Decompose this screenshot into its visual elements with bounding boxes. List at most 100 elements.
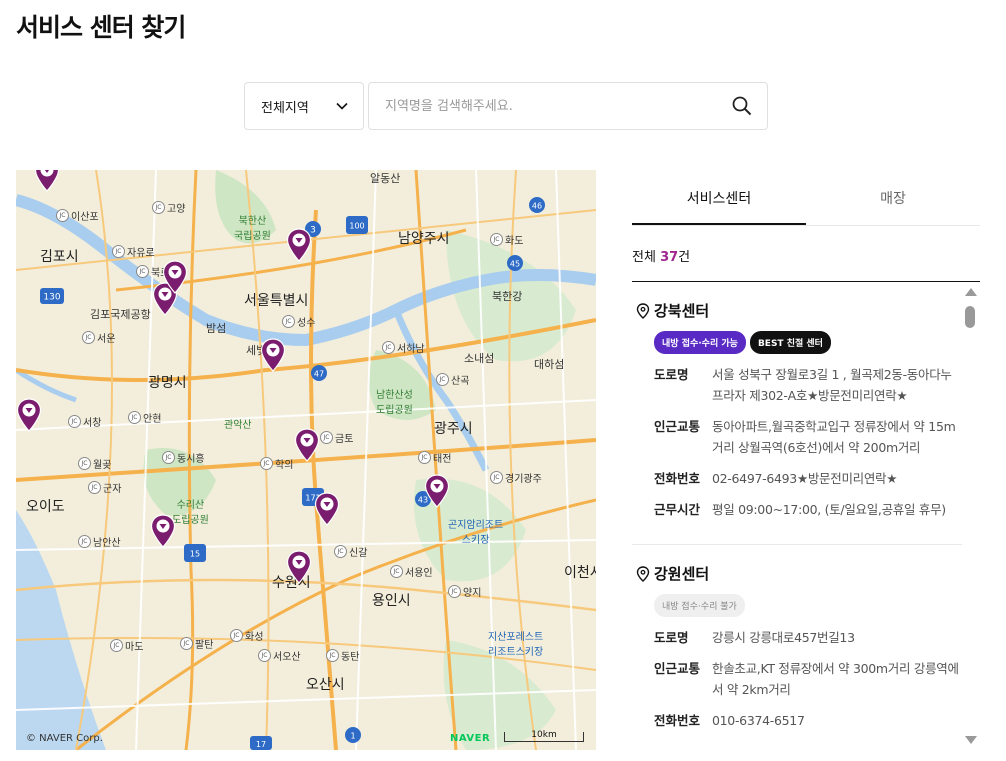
list-scrollbar[interactable] [962, 286, 978, 750]
map-pin-icon[interactable] [286, 550, 312, 584]
scroll-down-arrow-icon[interactable] [965, 736, 977, 744]
search-box [368, 82, 768, 130]
park-label: 관악산 [224, 420, 252, 431]
info-row-phone: 전화번호 02-6497-6493★방문전미리연락★ [654, 471, 898, 486]
center-name-text: 강북센터 [654, 302, 710, 320]
info-row-phone: 전화번호 010-6374-6517 [654, 713, 805, 728]
status-badge: 내방 접수·수리 가능 [654, 331, 746, 354]
place-label: 대하섬 [534, 358, 565, 371]
list-item[interactable]: 강원센터 내방 접수·수리 불가 도로명 강릉시 강릉대로457번길13 인근교통… [632, 545, 962, 750]
park-label: 수리산 도립공원 [172, 500, 209, 526]
scroll-up-arrow-icon[interactable] [965, 288, 977, 296]
info-row-transport: 인근교통 한솔초교,KT 정류장에서 약 300m거리 강릉역에서 약 2km거리 [654, 661, 959, 697]
center-name[interactable]: 강원센터 [636, 563, 962, 584]
junction-label: JC 서운 [82, 330, 115, 345]
region-select-label: 전체지역 [261, 100, 309, 116]
park-label: 남한산성 도립공원 [376, 390, 413, 416]
map-pin-icon[interactable] [286, 228, 312, 262]
route-shield: 45 [507, 255, 523, 271]
page-title: 서비스 센터 찾기 [16, 13, 186, 42]
scroll-thumb[interactable] [965, 306, 975, 328]
ski-label: 지산포레스트 리조트스키장 [488, 632, 544, 658]
badge-group: 내방 접수·수리 가능 BEST 친절 센터 [654, 331, 962, 354]
junction-label: JC 학의 [260, 456, 293, 471]
junction-label: JC 화도 [490, 232, 523, 247]
city-label: 남양주시 [398, 231, 450, 247]
svg-text:1: 1 [350, 732, 355, 741]
place-label: 알동산 [370, 172, 401, 185]
junction-label: JC 신갈 [334, 544, 367, 559]
junction-label: JC 경기광주 [490, 470, 542, 485]
info-row-address: 도로명 강릉시 강릉대로457번길13 [654, 630, 855, 645]
info-row-transport: 인근교통 동아아파트,월곡중학교입구 정류장에서 약 15m거리 상월곡역(6호선… [654, 419, 956, 455]
route-shield: 17 [250, 736, 272, 750]
info-row-address: 도로명 서울 성북구 장월로3길 1 , 월곡제2동-동아다누 프라자 제302-… [654, 367, 952, 403]
map-copyright: © NAVER Corp. [26, 733, 103, 744]
city-label: 오산시 [306, 677, 345, 693]
junction-label: JC 서하남 [382, 340, 425, 355]
map-pin-icon[interactable] [34, 170, 60, 192]
park-label: 북한산 국립공원 [234, 216, 271, 242]
location-pin-icon [636, 302, 650, 319]
junction-label: JC 마도 [110, 638, 143, 653]
map-pin-icon[interactable] [294, 428, 320, 462]
junction-label: JC 팔탄 [180, 636, 213, 651]
naver-logo: NAVER [450, 733, 491, 744]
status-badge: 내방 접수·수리 불가 [654, 594, 745, 617]
list-item[interactable]: 강북센터 내방 접수·수리 가능 BEST 친절 센터 도로명 서울 성북구 장월… [632, 282, 962, 545]
city-label: 용인시 [372, 593, 411, 609]
place-label: 밤섬 [206, 322, 227, 335]
junction-label: JC 동탄 [326, 648, 359, 663]
route-shield: 46 [529, 197, 545, 213]
svg-text:130: 130 [43, 293, 60, 303]
junction-label: JC 산곡 [436, 372, 469, 387]
route-shield: 15 [184, 544, 206, 562]
tab-service-center[interactable]: 서비스센터 [632, 170, 806, 225]
search-icon[interactable] [731, 95, 753, 117]
junction-label: JC 화성 [230, 628, 263, 643]
location-pin-icon [636, 565, 650, 582]
junction-label: JC 금토 [320, 430, 353, 445]
svg-text:45: 45 [510, 260, 520, 269]
city-label: 광주시 [434, 421, 473, 437]
route-shield: 47 [311, 365, 327, 381]
junction-label: JC 서용인 [390, 564, 433, 579]
map-pin-icon[interactable] [260, 338, 286, 372]
junction-label: JC 서오산 [258, 648, 301, 663]
place-label: 소내섬 [464, 352, 495, 365]
junction-label: JC 성수 [282, 314, 315, 329]
map-pin-icon[interactable] [424, 474, 450, 508]
map-pin-icon[interactable] [16, 398, 42, 432]
junction-label: JC 동시흥 [162, 450, 205, 465]
svg-text:47: 47 [314, 370, 324, 379]
center-name[interactable]: 강북센터 [636, 300, 962, 321]
place-label: 김포국제공항 [90, 308, 151, 321]
badge-group: 내방 접수·수리 불가 [654, 594, 962, 617]
route-shield: 100 [346, 216, 368, 234]
junction-label: JC 이산포 [56, 208, 99, 223]
route-shield: 1 [345, 727, 361, 743]
map[interactable]: 김포시 서울특별시 광명시 남양주시 광주시 오이도 수원시 용인시 오산시 이… [16, 170, 596, 750]
search-input[interactable] [369, 83, 731, 129]
info-row-hours: 근무시간 평일 09:00~17:00, (토/일요일,공휴일 휴무) [654, 502, 946, 517]
map-pin-icon[interactable] [162, 260, 188, 294]
tab-store[interactable]: 매장 [806, 170, 980, 225]
region-select[interactable]: 전체지역 [244, 82, 364, 130]
svg-text:46: 46 [532, 202, 542, 211]
city-label: 김포시 [40, 249, 79, 265]
city-label: 서울특별시 [244, 293, 309, 309]
tab-bar: 서비스센터 매장 [632, 170, 980, 226]
junction-label: JC 남안산 [78, 534, 121, 549]
city-label: 광명시 [148, 375, 187, 391]
center-name-text: 강원센터 [654, 565, 710, 583]
map-pin-icon[interactable] [314, 492, 340, 526]
junction-label: JC 월곶 [78, 456, 111, 471]
junction-label: JC 안현 [128, 410, 161, 425]
status-badge: BEST 친절 센터 [749, 331, 831, 354]
ski-label: 곤지암리조트 스키장 [448, 520, 504, 546]
junction-label: JC 자유로 [112, 244, 155, 259]
map-pin-icon[interactable] [150, 514, 176, 548]
chevron-down-icon [336, 102, 348, 110]
svg-text:15: 15 [190, 550, 200, 559]
junction-label: JC 서창 [68, 414, 101, 429]
